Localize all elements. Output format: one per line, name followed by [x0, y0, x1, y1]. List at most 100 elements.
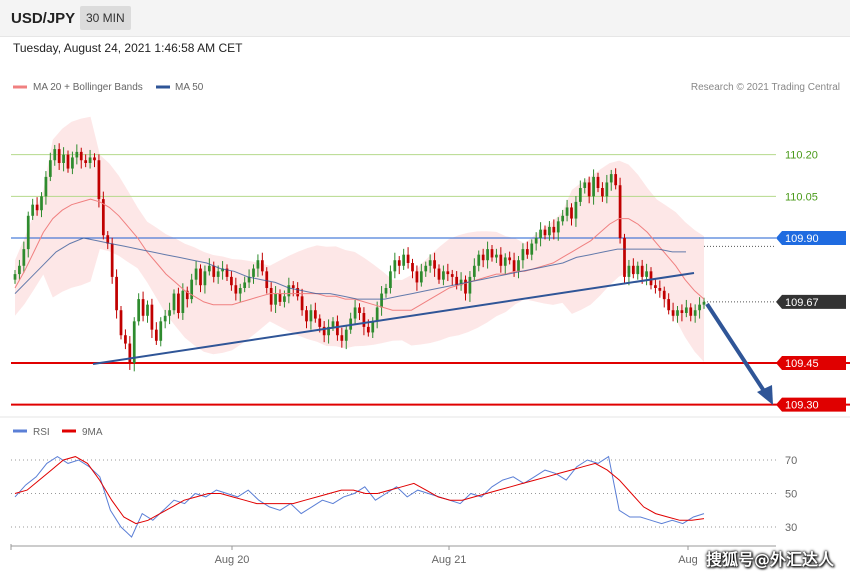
candle-body [662, 290, 666, 300]
candle-body [609, 174, 613, 183]
candle-body [419, 271, 423, 283]
x-tick-label: Aug [678, 554, 698, 566]
candle-body [371, 321, 375, 333]
candle-body [415, 271, 419, 283]
candle-body [556, 221, 560, 233]
candle-body [631, 265, 635, 275]
candle-body [680, 310, 684, 313]
credit-text: Research © 2021 Trading Central [691, 82, 840, 93]
candle-body [698, 304, 701, 311]
candle-body [260, 260, 264, 272]
candle-body [684, 307, 688, 313]
candle-body [574, 201, 578, 219]
candle-body [539, 229, 542, 238]
candle-body [605, 182, 609, 197]
candle-body [291, 285, 295, 288]
candle-body [627, 265, 631, 277]
price-tag-label: 109.45 [785, 358, 819, 370]
candle-body [583, 182, 587, 188]
candle-body [278, 293, 282, 302]
candle-body [433, 260, 436, 269]
candle-body [203, 271, 207, 286]
candle-body [137, 299, 141, 322]
candle-body [172, 293, 176, 311]
candle-body [177, 293, 180, 313]
candle-body [693, 310, 697, 316]
candle-body [300, 296, 304, 311]
candle-body [397, 260, 401, 266]
candle-body [256, 260, 260, 269]
candle-body [53, 149, 57, 161]
candle-body [671, 310, 675, 316]
candle-body [676, 310, 679, 316]
candle-body [508, 257, 512, 261]
price-tag-label: 110.20 [785, 150, 818, 162]
candle-body [252, 268, 255, 277]
candle-body [689, 307, 693, 316]
price-tag-label: 109.67 [785, 297, 819, 309]
candle-body [336, 321, 339, 336]
candle-body [618, 185, 622, 238]
candle-body [375, 307, 379, 322]
candle-body [645, 271, 648, 277]
candle-body [62, 154, 65, 163]
candle-body [283, 296, 286, 302]
rsi-ma-legend-label: 9MA [82, 427, 103, 438]
candle-body [22, 249, 26, 266]
candle-body [587, 182, 591, 197]
rsi-tick-label: 50 [785, 489, 797, 501]
candle-body [362, 313, 366, 327]
candle-body [44, 176, 48, 197]
candle-body [18, 265, 21, 275]
candle-body [119, 310, 123, 336]
candle-body [358, 307, 361, 313]
candle-body [592, 176, 595, 197]
candle-body [534, 238, 538, 244]
price-tag-label: 109.30 [785, 400, 819, 412]
candle-body [490, 249, 494, 258]
candle-body [265, 271, 269, 288]
candle-body [517, 260, 520, 272]
candle-body [477, 254, 481, 266]
candle-body [446, 271, 450, 275]
candle-body [243, 282, 247, 288]
candle-body [31, 204, 35, 216]
candle-body [128, 343, 132, 363]
candle-body [57, 149, 61, 163]
candle-body [649, 271, 653, 286]
candle-body [194, 268, 198, 280]
candle-body [623, 238, 626, 277]
candle-body [163, 315, 167, 322]
price-tag-label: 110.05 [785, 191, 818, 203]
candle-body [216, 271, 220, 277]
candle-body [640, 265, 644, 277]
candle-body [552, 226, 556, 233]
candle-body [168, 310, 171, 316]
candle-body [424, 265, 428, 272]
candle-body [464, 279, 467, 294]
candle-body [13, 274, 17, 280]
candle-body [481, 254, 485, 261]
price-tag-label: 109.90 [785, 233, 819, 245]
candle-body [570, 207, 573, 219]
x-tick-label: Aug 20 [215, 554, 250, 566]
watermark-text: 搜狐号@外汇达人 [705, 550, 834, 569]
candle-body [495, 254, 498, 258]
candle-body [548, 226, 551, 236]
candle-body [124, 335, 127, 344]
candle-body [596, 176, 600, 188]
candle-body [287, 285, 291, 297]
candle-body [525, 249, 529, 255]
candle-body [48, 160, 52, 177]
candle-body [181, 290, 185, 313]
candle-body [93, 157, 96, 161]
candle-body [658, 288, 662, 291]
candle-body [318, 318, 322, 327]
candle-body [450, 274, 454, 277]
candle-body [238, 288, 242, 294]
candle-body [115, 276, 118, 311]
rsi-line [14, 455, 705, 538]
candle-body [66, 154, 70, 169]
candle-body [366, 326, 370, 333]
candle-body [614, 174, 618, 186]
